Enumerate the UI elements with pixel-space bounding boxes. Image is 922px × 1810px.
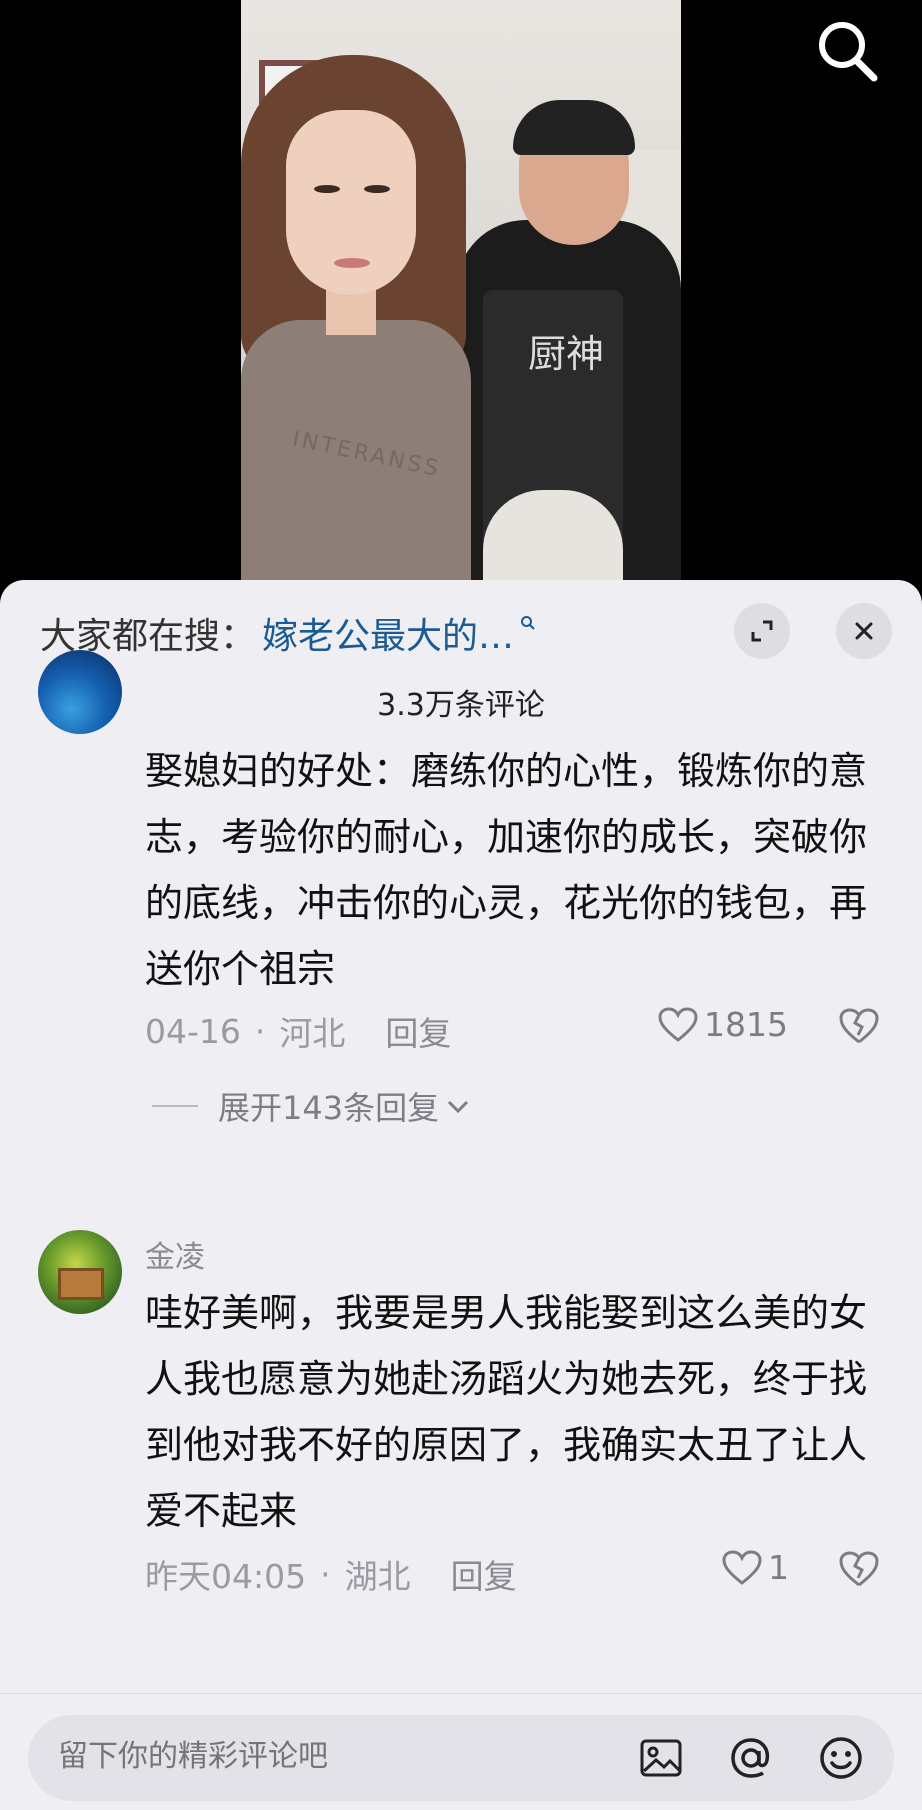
- comment-input[interactable]: [58, 1739, 618, 1774]
- dislike-button[interactable]: [838, 1007, 880, 1049]
- hot-search-bar[interactable]: 大家都在搜： 嫁老公最大的…: [40, 608, 536, 658]
- heart-icon: [722, 1549, 762, 1585]
- mention-button[interactable]: [728, 1735, 774, 1781]
- video-player[interactable]: 厨神 INTERANSS: [0, 0, 922, 590]
- apron: 厨神: [483, 290, 623, 590]
- comment-text: 哇好美啊，我要是男人我能娶到这么美的女人我也愿意为她赴汤蹈火为她去死，终于找到他…: [145, 1291, 868, 1533]
- heart-icon: [658, 1006, 698, 1042]
- close-button[interactable]: [836, 603, 892, 659]
- reply-button[interactable]: 回复: [385, 1007, 451, 1055]
- woman-face: [286, 110, 416, 295]
- reply-button[interactable]: 回复: [451, 1550, 517, 1598]
- at-icon: [731, 1738, 770, 1778]
- dislike-button[interactable]: [838, 1550, 880, 1592]
- comment-location: 湖北: [344, 1557, 411, 1596]
- like-count: 1: [768, 1548, 789, 1587]
- emoji-icon: [820, 1737, 862, 1779]
- comment-input-bar: [28, 1715, 894, 1801]
- comment-meta: 昨天04:05 · 湖北 回复: [145, 1550, 517, 1598]
- expand-replies-button[interactable]: 展开143条回复: [152, 1083, 471, 1129]
- comment-date: 04-16: [145, 1011, 241, 1051]
- image-icon: [640, 1739, 682, 1777]
- video-frame: 厨神 INTERANSS: [241, 0, 681, 590]
- search-button[interactable]: [812, 16, 882, 86]
- comment-meta: 04-16 · 河北 回复: [145, 1007, 451, 1055]
- broken-heart-icon: [839, 1008, 879, 1044]
- image-button[interactable]: [638, 1735, 684, 1781]
- comment-count: 3.3万条评论: [377, 688, 545, 723]
- avatar[interactable]: [38, 1230, 122, 1314]
- search-icon: [819, 22, 878, 82]
- search-small-icon: [520, 615, 536, 635]
- close-icon: [855, 622, 873, 640]
- avatar[interactable]: [38, 650, 122, 734]
- man-hair: [513, 100, 635, 155]
- emoji-button[interactable]: [818, 1735, 864, 1781]
- divider: [0, 1693, 922, 1694]
- comment-username[interactable]: 金凌: [145, 1232, 205, 1276]
- comment-sheet: 大家都在搜： 嫁老公最大的… 3.3万条评论 娶媳妇的好处：磨练你的心性，锻炼你…: [0, 580, 922, 1810]
- broken-heart-icon: [839, 1551, 879, 1587]
- like-count: 1815: [704, 1005, 788, 1044]
- comment-date: 昨天04:05: [145, 1557, 307, 1596]
- expand-button[interactable]: [734, 603, 790, 659]
- expand-replies-label: 展开143条回复: [218, 1089, 440, 1127]
- like-button[interactable]: 1815: [658, 1005, 788, 1044]
- comment-text: 娶媳妇的好处：磨练你的心性，锻炼你的意志，考验你的耐心，加速你的成长，突破你的底…: [145, 749, 868, 991]
- hot-search-term[interactable]: 嫁老公最大的…: [262, 607, 514, 659]
- comment-location: 河北: [279, 1014, 346, 1053]
- expand-icon: [751, 620, 773, 642]
- like-button[interactable]: 1: [722, 1548, 789, 1587]
- chevron-down-icon: [448, 1100, 469, 1114]
- apron-text: 厨神: [528, 332, 605, 376]
